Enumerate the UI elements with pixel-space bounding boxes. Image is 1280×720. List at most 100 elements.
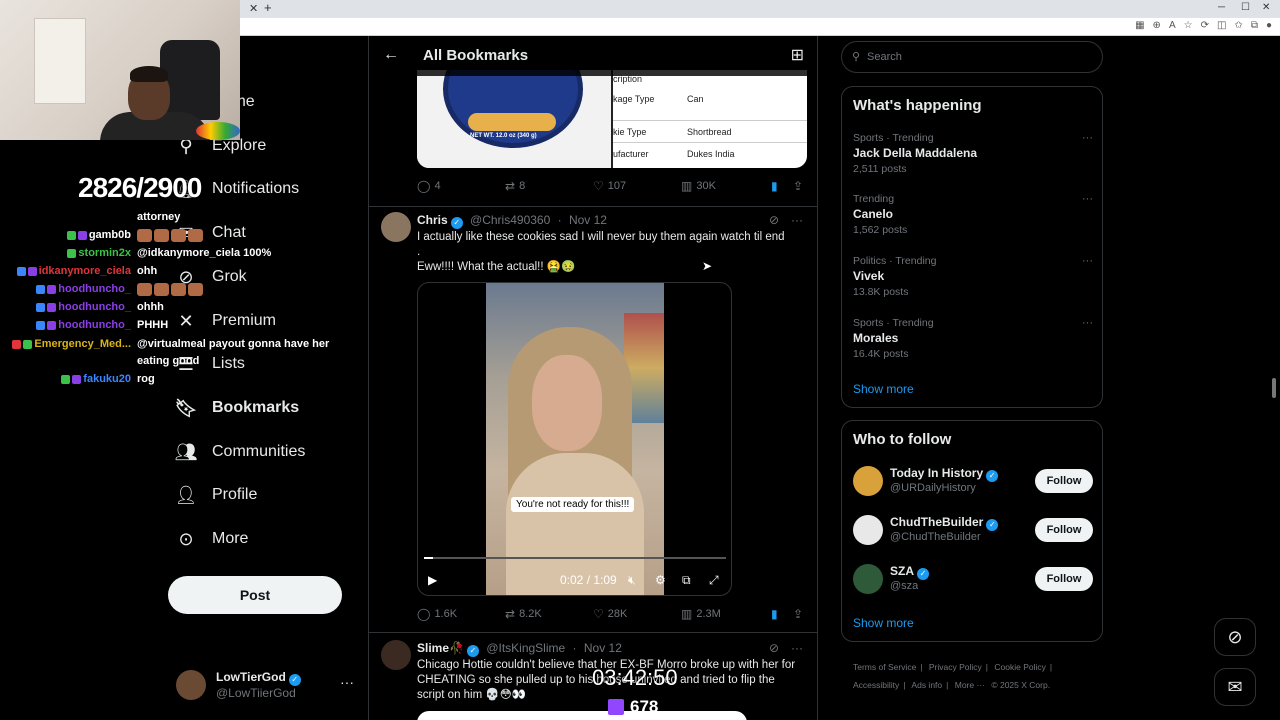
tweet-tools: ⊘ ···	[769, 641, 803, 655]
favorite-star-icon[interactable]: ☆	[1184, 20, 1193, 31]
apps-icon[interactable]: ▦	[1135, 20, 1144, 31]
search-input[interactable]: ⚲ Search	[841, 41, 1103, 73]
more-icon[interactable]: ···	[1082, 132, 1093, 144]
follow-button[interactable]: Follow	[1035, 518, 1093, 542]
minimize-icon[interactable]: ─	[1218, 2, 1225, 13]
bookmark-icon: 🔖︎	[174, 397, 198, 418]
media-preview[interactable]	[417, 711, 747, 720]
nav-bookmarks[interactable]: 🔖︎ Bookmarks	[174, 390, 300, 426]
new-tab-icon[interactable]: +	[264, 0, 272, 15]
trend-item[interactable]: Trending Canelo 1,562 posts ···	[853, 193, 1093, 236]
follow-button[interactable]: Follow	[1035, 469, 1093, 493]
more-icon[interactable]: ···	[1082, 255, 1093, 267]
avatar[interactable]	[381, 640, 411, 670]
avatar	[853, 564, 883, 594]
panel-title: Who to follow	[853, 431, 952, 448]
read-aloud-icon[interactable]: A	[1169, 20, 1176, 31]
mute-icon[interactable]: 🔇︎	[628, 573, 636, 588]
repost-button[interactable]: ⇄ 8	[505, 179, 525, 193]
follow-suggestion[interactable]: ChudTheBuilder ✓ @ChudTheBuilder Follow	[853, 515, 1093, 551]
nav-communities[interactable]: 👥︎ Communities	[174, 434, 306, 470]
grok-float-button[interactable]: ⊘	[1214, 618, 1256, 656]
reply-button[interactable]: ◯ 4	[417, 179, 441, 193]
footer-link-ads[interactable]: Ads info	[911, 680, 942, 690]
footer-link-privacy[interactable]: Privacy Policy	[929, 662, 982, 672]
chat-message: ohh	[137, 265, 158, 277]
reply-button[interactable]: ◯ 1.6K	[417, 607, 457, 621]
zoom-icon[interactable]: ⊕	[1153, 20, 1161, 31]
avatar[interactable]	[381, 212, 411, 242]
post-button[interactable]: Post	[168, 576, 342, 614]
views-button[interactable]: ▥ 2.3M	[681, 607, 721, 621]
maximize-icon[interactable]: ☐	[1241, 2, 1250, 13]
more-icon[interactable]: ···	[340, 674, 354, 690]
more-icon[interactable]: ···	[1082, 317, 1093, 329]
split-icon[interactable]: ◫	[1217, 20, 1226, 31]
footer-link-accessibility[interactable]: Accessibility	[853, 680, 899, 690]
divider	[369, 632, 817, 633]
more-icon[interactable]: ···	[1082, 193, 1093, 205]
fullscreen-icon[interactable]: ⤢	[709, 573, 719, 588]
cookie-tin-image: NET WT. 12.0 oz (340 g)	[443, 70, 583, 148]
video-player[interactable]: You're not ready for this!!! ▶ 0:02 / 1:…	[417, 282, 732, 596]
timeline-header: ← All Bookmarks ⊞	[369, 36, 817, 76]
pip-icon[interactable]: ⧉	[682, 573, 691, 588]
table-row: kage Type Can	[613, 94, 704, 104]
like-button[interactable]: ♡ 28K	[593, 607, 627, 621]
video-progress-bar[interactable]	[424, 557, 726, 559]
communities-icon: 👥︎	[174, 441, 198, 462]
views-button[interactable]: ▥ 30K	[681, 179, 716, 193]
footer-link-cookies[interactable]: Cookie Policy	[994, 662, 1046, 672]
more-icon[interactable]: ···	[791, 641, 803, 655]
like-button[interactable]: ♡ 107	[593, 179, 626, 193]
show-more-link[interactable]: Show more	[853, 382, 914, 396]
back-arrow-icon[interactable]: ←	[383, 46, 399, 64]
account-switcher[interactable]: LowTierGod ✓ @LowTiierGod ···	[176, 668, 356, 704]
refresh-icon[interactable]: ⟳	[1201, 20, 1209, 31]
play-icon[interactable]: ▶	[428, 573, 437, 587]
new-folder-icon[interactable]: ⊞	[791, 45, 804, 65]
messages-float-button[interactable]: ✉	[1214, 668, 1256, 706]
tweet-text: I actually like these cookies sad I will…	[417, 231, 785, 243]
chat-message	[137, 229, 205, 242]
chat-message: rog	[137, 373, 155, 385]
verified-badge-icon: ✓	[466, 645, 479, 657]
share-button[interactable]: ⇪	[793, 179, 803, 193]
chat-username: hoodhuncho_	[28, 301, 131, 313]
video-time: 0:02 / 1:09	[560, 573, 617, 587]
footer-link-terms[interactable]: Terms of Service	[853, 662, 916, 672]
more-icon[interactable]: ···	[791, 213, 803, 227]
link-card-image[interactable]: NET WT. 12.0 oz (340 g) cription kage Ty…	[417, 70, 807, 168]
grok-icon[interactable]: ⊘	[769, 213, 779, 227]
settings-icon[interactable]: ⚙	[655, 573, 666, 587]
nav-premium[interactable]: ✕ Premium	[176, 303, 276, 339]
verified-badge-icon: ✓	[986, 519, 999, 531]
share-button[interactable]: ⇪	[793, 607, 803, 621]
bookmark-button[interactable]: ▮	[771, 179, 778, 193]
follow-button[interactable]: Follow	[1035, 567, 1093, 591]
close-tab-icon[interactable]: ✕	[249, 2, 258, 15]
show-more-link[interactable]: Show more	[853, 616, 914, 630]
scrollbar-thumb[interactable]	[1272, 378, 1276, 398]
repost-button[interactable]: ⇄ 8.2K	[505, 607, 542, 621]
window-close-icon[interactable]: ✕	[1262, 2, 1270, 13]
nav-profile[interactable]: 👤︎ Profile	[175, 477, 258, 513]
nav-more[interactable]: ⊙ More	[176, 521, 248, 557]
tweet-actions: ◯ 4 ⇄ 8 ♡ 107 ▥ 30K ▮ ⇪	[417, 179, 809, 197]
bookmark-button[interactable]: ▮	[771, 607, 778, 621]
more-circle-icon: ⊙	[178, 528, 194, 549]
trend-item[interactable]: Politics · Trending Vivek 13.8K posts ···	[853, 255, 1093, 298]
trend-item[interactable]: Sports · Trending Jack Della Maddalena 2,5…	[853, 132, 1093, 175]
favorites-icon[interactable]: ✩	[1234, 20, 1242, 31]
collections-icon[interactable]: ⧉	[1251, 20, 1258, 31]
share-icon: ⇪	[793, 179, 804, 193]
follow-suggestion[interactable]: Today In History ✓ @URDailyHistory Follow	[853, 466, 1093, 502]
avatar	[853, 515, 883, 545]
grok-icon[interactable]: ⊘	[769, 641, 779, 655]
trend-item[interactable]: Sports · Trending Morales 16.4K posts ···	[853, 317, 1093, 360]
table-row: ufacturer Dukes India	[613, 142, 807, 164]
follow-suggestion[interactable]: SZA ✓ @sza Follow	[853, 564, 1093, 600]
footer-link-more[interactable]: More ···	[955, 680, 985, 690]
avatar	[176, 670, 206, 700]
profile-icon[interactable]: ●	[1266, 20, 1272, 31]
